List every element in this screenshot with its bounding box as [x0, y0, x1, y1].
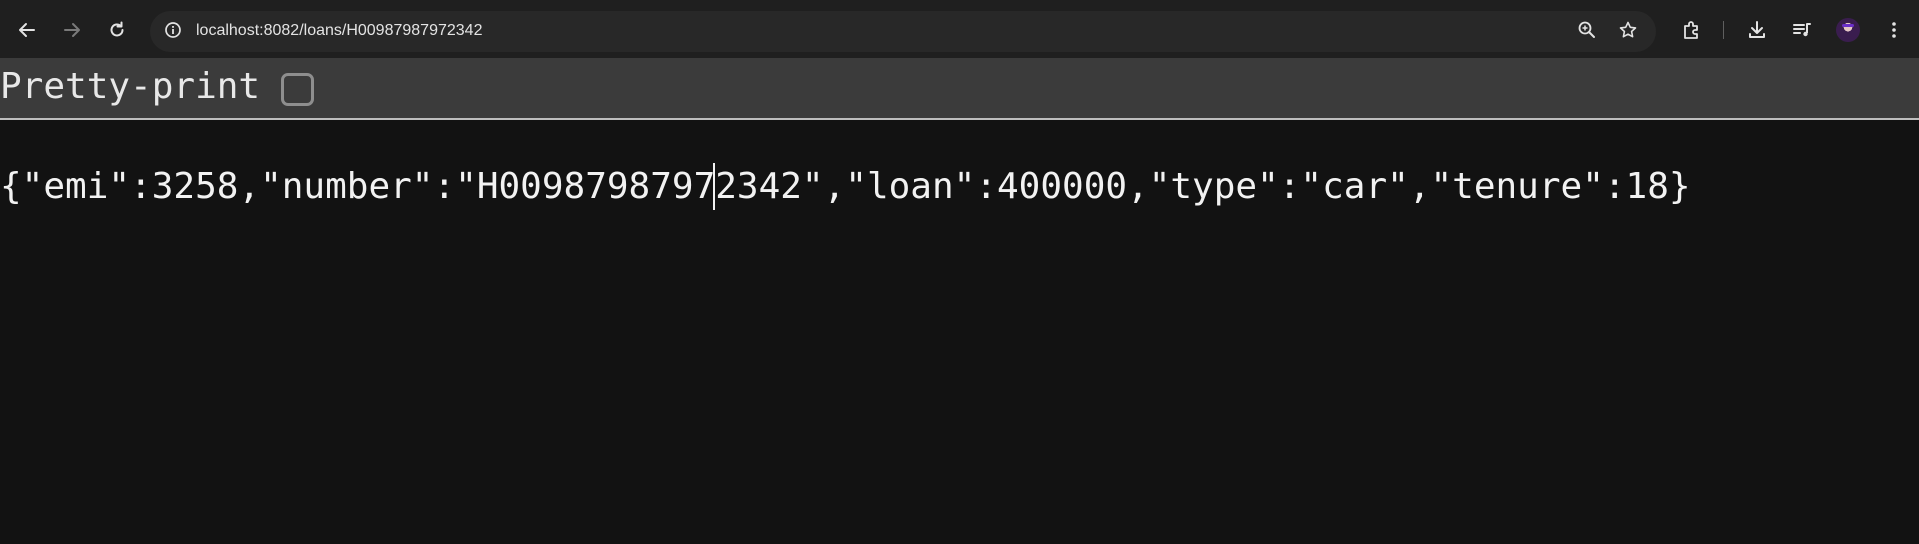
browser-toolbar: localhost:8082/loans/H00987987972342: [0, 0, 1919, 58]
address-bar[interactable]: localhost:8082/loans/H00987987972342: [150, 11, 1656, 52]
star-icon: [1618, 20, 1638, 45]
back-button[interactable]: [10, 13, 44, 47]
arrow-left-icon: [17, 20, 37, 40]
json-content: {"emi":3258,"number":"H00987987972342","…: [0, 166, 1691, 207]
reload-icon: [107, 20, 127, 40]
pretty-print-label[interactable]: Pretty-print: [0, 67, 260, 107]
zoom-button[interactable]: [1574, 19, 1600, 45]
url-text[interactable]: localhost:8082/loans/H00987987972342: [196, 22, 482, 40]
toolbar-separator: [1723, 21, 1724, 39]
text-caret: [713, 163, 715, 210]
browser-menu-button[interactable]: [1877, 13, 1911, 47]
avatar[interactable]: [1836, 18, 1860, 42]
pretty-print-checkbox[interactable]: [281, 73, 314, 106]
forward-button[interactable]: [55, 13, 89, 47]
bookmark-button[interactable]: [1615, 19, 1641, 45]
pretty-print-bar: Pretty-print: [0, 58, 1919, 120]
site-info-icon: [164, 21, 182, 44]
media-queue-icon: [1791, 19, 1813, 41]
download-icon: [1746, 19, 1768, 41]
puzzle-icon: [1681, 19, 1703, 41]
site-info-button[interactable]: [160, 19, 186, 45]
extensions-button[interactable]: [1675, 13, 1709, 47]
kebab-menu-icon: [1884, 20, 1904, 40]
zoom-icon: [1577, 20, 1597, 45]
media-queue-button[interactable]: [1785, 13, 1819, 47]
reload-button[interactable]: [100, 13, 134, 47]
downloads-button[interactable]: [1740, 13, 1774, 47]
arrow-right-icon: [62, 20, 82, 40]
